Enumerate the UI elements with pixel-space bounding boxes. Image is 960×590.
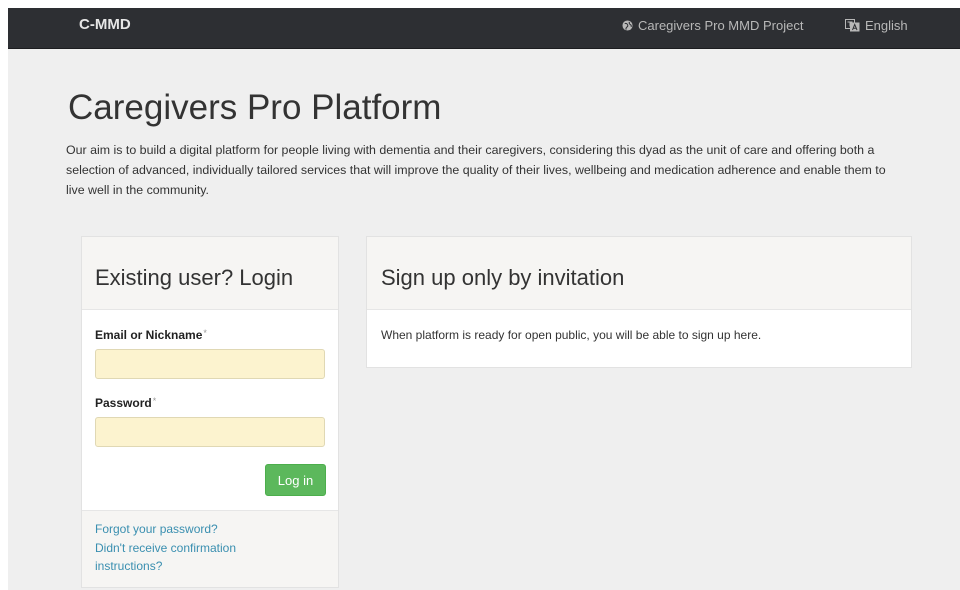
password-label: Password* (95, 396, 156, 410)
password-field[interactable] (95, 417, 325, 447)
project-nav-link[interactable]: Caregivers Pro MMD Project (622, 18, 803, 33)
brand-link[interactable]: C-MMD (79, 16, 131, 33)
login-panel-heading: Existing user? Login (82, 237, 338, 310)
password-label-text: Password (95, 396, 152, 410)
language-flag-icon (845, 19, 860, 32)
project-nav-label: Caregivers Pro MMD Project (638, 18, 804, 33)
signup-text: When platform is ready for open public, … (381, 328, 762, 342)
forgot-password-link[interactable]: Forgot your password? (95, 520, 295, 538)
login-button[interactable]: Log in (265, 464, 326, 496)
login-title: Existing user? Login (95, 265, 294, 290)
email-label-text: Email or Nickname (95, 328, 203, 342)
signup-panel-heading: Sign up only by invitation (367, 237, 911, 310)
top-navbar: C-MMD Caregivers Pro MMD Project English (8, 8, 960, 49)
email-field[interactable] (95, 349, 325, 379)
language-selector[interactable]: English (845, 18, 908, 33)
intro-text: Our aim is to build a digital platform f… (66, 143, 886, 197)
email-label: Email or Nickname* (95, 328, 207, 342)
required-mark: * (203, 328, 207, 338)
language-label: English (865, 18, 908, 33)
confirmation-instructions-link[interactable]: Didn't receive confirmation instructions… (95, 539, 295, 575)
page-title: Caregivers Pro Platform (68, 88, 442, 127)
signup-title: Sign up only by invitation (381, 265, 625, 290)
signup-panel: Sign up only by invitation When platform… (366, 236, 912, 368)
login-panel: Existing user? Login Email or Nickname* … (81, 236, 339, 588)
globe-icon (622, 20, 633, 31)
login-panel-footer: Forgot your password? Didn't receive con… (82, 510, 338, 587)
page-frame: C-MMD Caregivers Pro MMD Project English… (8, 8, 960, 590)
required-mark: * (152, 396, 157, 406)
